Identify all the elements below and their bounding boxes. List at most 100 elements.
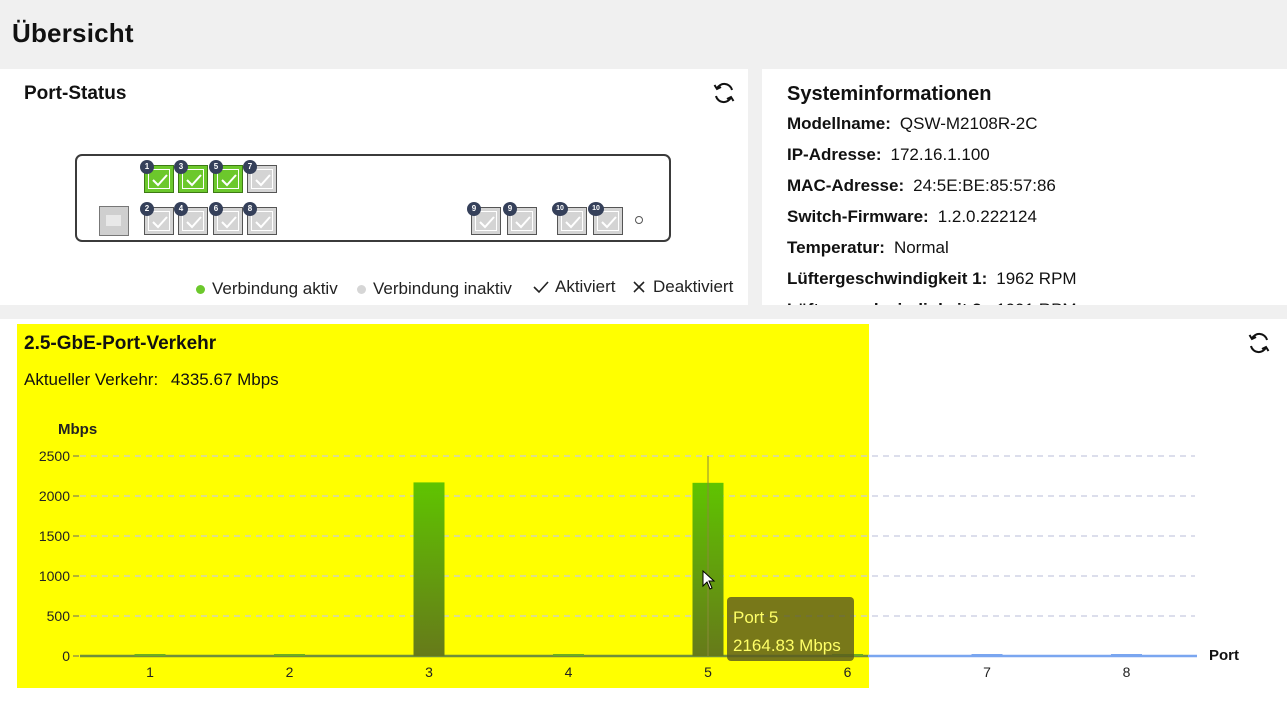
y-tick-label: 2000 — [39, 488, 70, 504]
port-number: 5 — [209, 160, 223, 174]
port-number: 10 — [588, 202, 604, 216]
port-top-3[interactable]: 7 — [243, 160, 277, 193]
gray-dot-icon — [357, 284, 366, 294]
cross-icon — [633, 281, 645, 293]
x-tick-label: 8 — [1123, 664, 1131, 680]
info-row: Lüftergeschwindigkeit 2: 1991 RPM — [787, 300, 1077, 305]
bar-port-4[interactable] — [553, 654, 584, 656]
port-bottom-7[interactable]: 10 — [588, 202, 623, 235]
check-icon — [186, 216, 202, 229]
port-top-0[interactable]: 1 — [140, 160, 174, 193]
bar-port-1[interactable] — [134, 654, 166, 656]
y-axis-label: Mbps — [58, 421, 97, 438]
legend-inactive-label: Verbindung inaktiv — [373, 279, 512, 298]
port-bottom-5[interactable]: 9 — [503, 202, 537, 235]
check-icon — [601, 216, 617, 229]
info-key: Temperatur: — [787, 238, 885, 257]
port-number: 7 — [243, 160, 257, 174]
page-title: Übersicht — [12, 18, 134, 48]
port-number: 9 — [467, 202, 481, 216]
info-key: Switch-Firmware: — [787, 207, 929, 226]
info-value: QSW-M2108R-2C — [899, 114, 1038, 133]
check-icon — [565, 216, 581, 229]
check-icon — [255, 174, 271, 187]
port-number: 6 — [209, 202, 223, 216]
x-tick-label: 3 — [425, 664, 433, 680]
legend-inactive: Verbindung inaktiv — [357, 279, 512, 299]
tooltip-port: Port 5 — [733, 608, 779, 627]
bar-port-8[interactable] — [1111, 654, 1142, 656]
info-row: IP-Adresse: 172.16.1.100 — [787, 145, 990, 165]
port-bottom-4[interactable]: 9 — [467, 202, 501, 235]
info-value: 1.2.0.222124 — [937, 207, 1037, 226]
port-bottom-0[interactable]: 2 — [140, 202, 174, 235]
info-key: Modellname: — [787, 114, 891, 133]
traffic-card: 2.5-GbE-Port-Verkehr Aktueller Verkehr: … — [0, 319, 1287, 702]
check-icon — [221, 216, 237, 229]
port-bottom-6[interactable]: 10 — [552, 202, 587, 235]
info-value: Normal — [893, 238, 949, 257]
info-row: Modellname: QSW-M2108R-2C — [787, 114, 1038, 134]
port-number: 4 — [174, 202, 188, 216]
y-tick-label: 2500 — [39, 448, 70, 464]
port-top-2[interactable]: 5 — [209, 160, 243, 193]
x-tick-label: 7 — [983, 664, 991, 680]
info-row: Lüftergeschwindigkeit 1: 1962 RPM — [787, 269, 1077, 289]
bar-port-3[interactable] — [413, 482, 445, 656]
check-icon — [221, 174, 237, 187]
x-tick-label: 4 — [565, 664, 573, 680]
tooltip-value: 2164.83 Mbps — [733, 636, 841, 655]
info-value: 1962 RPM — [996, 269, 1077, 288]
x-tick-label: 1 — [146, 664, 154, 680]
mouse-cursor-icon — [702, 570, 716, 590]
info-value: 24:5E:BE:85:57:86 — [913, 176, 1056, 195]
check-icon — [255, 216, 271, 229]
x-tick-label: 5 — [704, 664, 712, 680]
y-tick-label: 500 — [47, 608, 71, 624]
check-icon — [152, 174, 168, 187]
system-info-card: Systeminformationen Modellname: QSW-M2108… — [762, 69, 1287, 305]
port-bottom-1[interactable]: 4 — [174, 202, 208, 235]
info-value: 1991 RPM — [996, 300, 1076, 305]
check-icon — [152, 216, 168, 229]
port-number: 9 — [503, 202, 517, 216]
info-key: MAC-Adresse: — [787, 176, 905, 195]
x-tick-label: 2 — [286, 664, 294, 680]
port-number: 2 — [140, 202, 154, 216]
y-tick-label: 1000 — [39, 568, 70, 584]
port-bottom-3[interactable]: 8 — [243, 202, 277, 235]
legend-active: Verbindung aktiv — [196, 279, 338, 299]
traffic-chart[interactable]: Mbps 0 500 1000 1500 2000 2500 1 2 3 4 5 6 7 8 Port — [0, 319, 1287, 702]
status-led-icon — [635, 216, 643, 224]
port-bottom-2[interactable]: 6 — [209, 202, 243, 235]
check-icon — [533, 281, 549, 294]
info-value: 172.16.1.100 — [890, 145, 990, 164]
port-number: 3 — [174, 160, 188, 174]
legend-disabled-label: Deaktiviert — [653, 277, 734, 296]
system-info-title: Systeminformationen — [787, 83, 992, 105]
legend-enabled-label: Aktiviert — [555, 277, 616, 296]
check-icon — [186, 174, 202, 187]
port-status-card: Port-Status 1 3 5 7 2 4 6 8 9 9 10 10 Verbindung ak… — [0, 69, 748, 305]
port-status-title: Port-Status — [24, 83, 127, 104]
chart-tooltip: Port 5 2164.83 Mbps — [727, 597, 854, 661]
y-tick-label: 0 — [62, 648, 70, 664]
info-key: IP-Adresse: — [787, 145, 882, 164]
legend-disabled: Deaktiviert — [632, 277, 733, 297]
refresh-icon[interactable] — [712, 81, 736, 105]
port-top-1[interactable]: 3 — [174, 160, 208, 193]
bar-port-7[interactable] — [971, 654, 1003, 656]
port-number: 1 — [140, 160, 154, 174]
ethernet-port-icon — [106, 215, 121, 226]
check-icon — [479, 216, 495, 229]
uplink-port[interactable] — [99, 206, 129, 236]
check-icon — [515, 216, 531, 229]
green-dot-icon — [196, 284, 205, 294]
bar-port-2[interactable] — [274, 654, 305, 656]
info-key: Lüftergeschwindigkeit 2: — [787, 300, 987, 305]
x-axis-label: Port — [1209, 647, 1239, 664]
y-tick-label: 1500 — [39, 528, 70, 544]
legend-enabled: Aktiviert — [533, 277, 615, 297]
info-row: Temperatur: Normal — [787, 238, 949, 258]
port-number: 10 — [552, 202, 568, 216]
